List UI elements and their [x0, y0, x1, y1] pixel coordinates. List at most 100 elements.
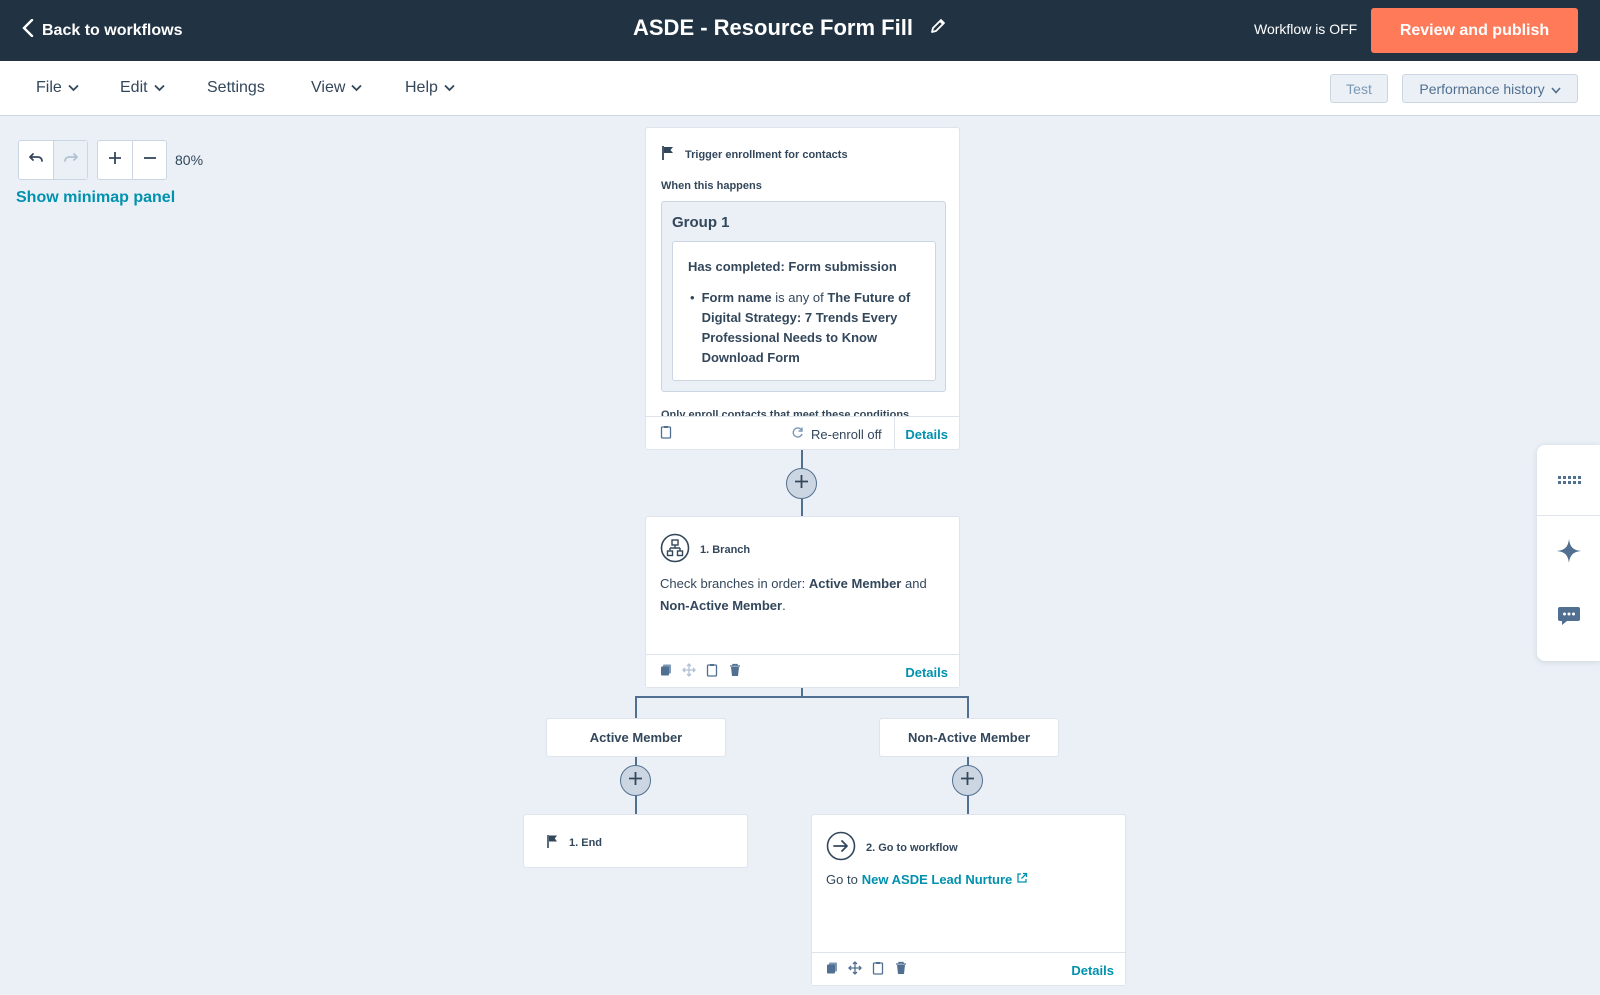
zoom-out-button[interactable] — [132, 141, 166, 179]
grid-icon[interactable] — [1556, 467, 1582, 493]
branch-desc-prefix: Check branches in order: — [660, 576, 806, 591]
condition-title: Has completed: Form submission — [688, 259, 897, 274]
branch-desc-and: and — [904, 576, 927, 591]
redo-icon — [63, 150, 79, 171]
workflow-status: Workflow is OFF — [1254, 21, 1358, 37]
redo-button[interactable] — [53, 141, 87, 179]
connector-line — [801, 499, 803, 516]
goto-description: Go to New ASDE Lead Nurture — [826, 872, 1028, 887]
refresh-icon — [791, 426, 804, 442]
plus-icon — [628, 771, 643, 791]
menu-settings-label: Settings — [207, 79, 265, 96]
workflow-title-text: ASDE - Resource Form Fill — [633, 15, 913, 40]
menu-view[interactable]: View — [311, 79, 363, 97]
add-action-button[interactable] — [620, 765, 651, 796]
goto-title: 2. Go to workflow — [866, 841, 958, 854]
branch-label-non-active-member[interactable]: Non-Active Member — [879, 718, 1059, 757]
condition-field: Form name — [701, 290, 772, 305]
test-button[interactable]: Test — [1330, 74, 1388, 103]
goto-workflow-link[interactable]: New ASDE Lead Nurture — [862, 872, 1013, 887]
end-title: 1. End — [569, 837, 603, 849]
zoom-in-button[interactable] — [98, 141, 132, 179]
chevron-down-icon — [444, 79, 455, 97]
clipboard-icon[interactable] — [871, 961, 885, 975]
clipboard-icon[interactable] — [705, 663, 719, 677]
menu-help[interactable]: Help — [405, 79, 455, 97]
show-minimap-panel-link[interactable]: Show minimap panel — [16, 189, 175, 207]
divider — [894, 417, 895, 449]
branch-details-link[interactable]: Details — [905, 665, 948, 680]
plus-icon — [107, 150, 123, 171]
copy-icon[interactable] — [825, 961, 839, 975]
menu-help-label: Help — [405, 79, 438, 96]
goto-details-link[interactable]: Details — [1071, 963, 1114, 978]
pencil-icon[interactable] — [929, 15, 947, 41]
group-title: Group 1 — [672, 214, 730, 231]
branch-connector-line — [635, 696, 969, 698]
copy-icon[interactable] — [659, 663, 673, 677]
branch-card[interactable]: 1. Branch Check branches in order: Activ… — [645, 516, 960, 688]
external-link-icon[interactable] — [1016, 872, 1028, 887]
reenroll-toggle[interactable]: Re-enroll off — [791, 426, 882, 442]
condition-operator: is any of — [775, 290, 824, 305]
menu-edit[interactable]: Edit — [120, 79, 165, 97]
zoom-controls — [97, 140, 167, 180]
goto-prefix: Go to — [826, 872, 858, 887]
trigger-title: Trigger enrollment for contacts — [685, 148, 848, 161]
end-action-card[interactable]: 1. End — [523, 814, 748, 868]
chevron-down-icon — [153, 79, 165, 97]
move-icon[interactable] — [848, 961, 862, 975]
review-and-publish-button[interactable]: Review and publish — [1371, 8, 1578, 53]
branch-description: Check branches in order: Active Member a… — [660, 573, 945, 617]
menu-view-label: View — [311, 79, 346, 96]
trigger-group: Group 1 Has completed: Form submission •… — [661, 201, 946, 392]
performance-history-button[interactable]: Performance history — [1402, 74, 1578, 103]
condition-text: Form name is any of The Future of Digita… — [702, 288, 920, 368]
chevron-down-icon — [68, 79, 79, 97]
menu-file[interactable]: File — [36, 79, 79, 97]
divider — [1537, 515, 1600, 516]
undo-icon — [28, 150, 44, 171]
chevron-left-icon — [22, 18, 34, 42]
menu-settings[interactable]: Settings — [207, 79, 265, 97]
go-to-workflow-card[interactable]: 2. Go to workflow Go to New ASDE Lead Nu… — [811, 814, 1126, 986]
chat-icon[interactable] — [1556, 602, 1582, 628]
minus-icon — [142, 150, 158, 171]
trash-icon[interactable] — [728, 663, 742, 677]
add-action-button[interactable] — [952, 765, 983, 796]
menu-file-label: File — [36, 79, 62, 96]
trigger-card[interactable]: Trigger enrollment for contacts When thi… — [645, 127, 960, 450]
clipboard-icon[interactable] — [659, 425, 673, 439]
goto-card-footer: Details — [812, 952, 1125, 985]
trigger-card-header: Trigger enrollment for contacts — [661, 145, 848, 164]
add-action-button[interactable] — [786, 468, 817, 499]
reenroll-label: Re-enroll off — [811, 426, 882, 442]
branch-card-header: 1. Branch — [660, 533, 750, 566]
goto-card-header: 2. Go to workflow — [826, 831, 958, 864]
sparkle-icon[interactable] — [1556, 538, 1582, 564]
move-icon[interactable] — [682, 663, 696, 677]
flag-icon — [546, 834, 559, 852]
plus-icon — [960, 771, 975, 791]
right-side-panel — [1537, 445, 1600, 661]
trigger-card-footer: Re-enroll off Details — [646, 416, 959, 449]
chevron-down-icon — [1551, 81, 1561, 97]
arrow-right-circle-icon — [826, 831, 856, 864]
top-bar: Back to workflows ASDE - Resource Form F… — [0, 0, 1600, 61]
back-to-workflows-link[interactable]: Back to workflows — [22, 18, 182, 42]
branch-a-name: Active Member — [808, 576, 902, 591]
branch-label-active-member[interactable]: Active Member — [546, 718, 726, 757]
end-card-header: 1. End — [546, 834, 602, 852]
trash-icon[interactable] — [894, 961, 908, 975]
menu-bar: File Edit Settings View Help Test Perfor… — [0, 61, 1600, 116]
workflow-title: ASDE - Resource Form Fill — [633, 15, 947, 41]
undo-button[interactable] — [19, 141, 53, 179]
branch-desc-suffix: . — [782, 598, 786, 613]
trigger-details-link[interactable]: Details — [905, 427, 948, 442]
undo-redo-controls — [18, 140, 88, 180]
bullet: • — [690, 290, 695, 305]
branch-title: 1. Branch — [700, 543, 751, 556]
flag-icon — [661, 145, 675, 164]
trigger-condition: Has completed: Form submission • Form na… — [672, 241, 936, 381]
condition-detail: • Form name is any of The Future of Digi… — [690, 288, 920, 368]
